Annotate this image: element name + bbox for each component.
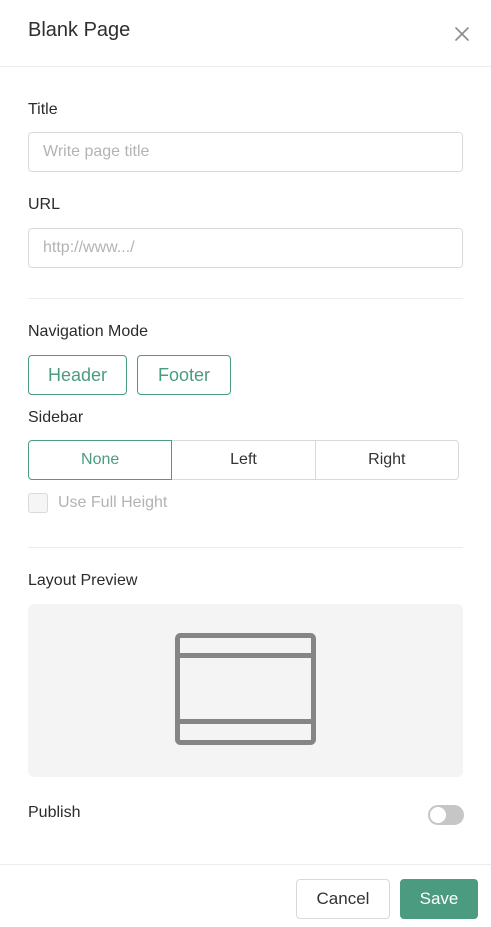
sidebar-option-left[interactable]: Left xyxy=(171,440,316,480)
full-height-checkbox[interactable] xyxy=(28,493,48,513)
url-label: URL xyxy=(28,196,61,213)
publish-toggle[interactable] xyxy=(428,805,464,825)
sidebar-segmented-control: None Left Right xyxy=(28,440,459,480)
sidebar-label: Sidebar xyxy=(28,409,84,426)
toggle-knob xyxy=(430,807,446,823)
divider xyxy=(28,298,463,299)
close-icon xyxy=(455,27,469,41)
cancel-button[interactable]: Cancel xyxy=(296,879,390,919)
dialog-header: Blank Page xyxy=(0,0,491,67)
navigation-footer-button[interactable]: Footer xyxy=(137,355,231,395)
sidebar-option-none[interactable]: None xyxy=(28,440,173,480)
navigation-mode-label: Navigation Mode xyxy=(28,323,149,340)
dialog-title: Blank Page xyxy=(28,19,131,41)
url-input[interactable] xyxy=(28,228,463,268)
title-input[interactable] xyxy=(28,132,463,172)
navigation-header-button[interactable]: Header xyxy=(28,355,127,395)
full-height-label: Use Full Height xyxy=(58,494,168,511)
dialog-footer: Cancel Save xyxy=(0,864,491,927)
sidebar-option-right[interactable]: Right xyxy=(314,440,459,480)
layout-preview-label: Layout Preview xyxy=(28,572,138,589)
layout-preview xyxy=(28,604,463,777)
layout-header-footer-icon xyxy=(175,633,316,745)
title-label: Title xyxy=(28,101,58,118)
divider xyxy=(28,547,463,548)
close-button[interactable] xyxy=(450,22,474,46)
publish-label: Publish xyxy=(28,804,81,821)
save-button[interactable]: Save xyxy=(400,879,478,919)
